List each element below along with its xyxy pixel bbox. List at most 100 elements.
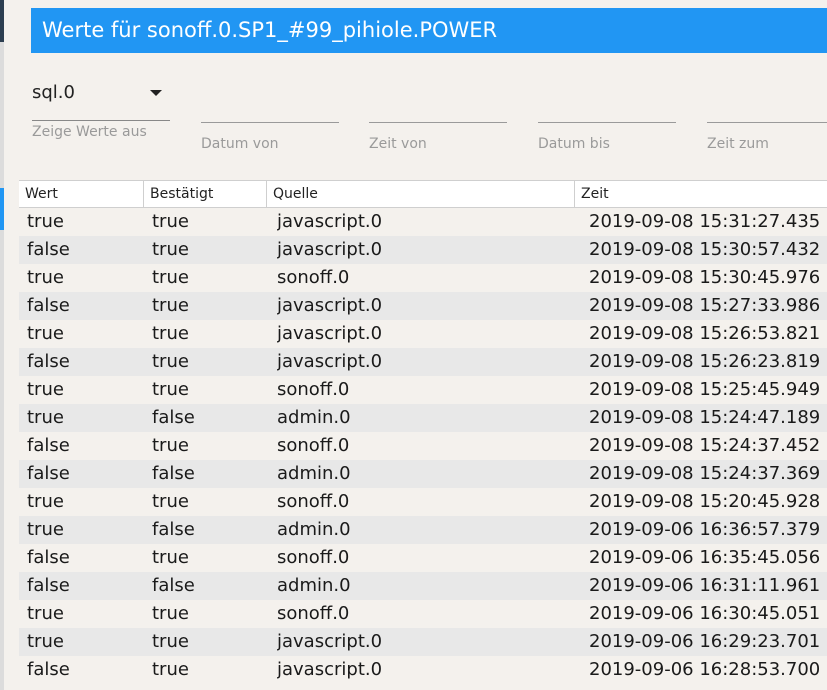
cell-bestaetigt: true xyxy=(152,491,189,512)
table-row[interactable]: true true javascript.0 2019-09-06 16:29:23.… xyxy=(19,628,827,656)
cell-quelle: javascript.0 xyxy=(277,659,383,680)
cell-zeit: 2019-09-06 16:28:53.700 xyxy=(589,659,821,680)
table-row[interactable]: false true javascript.0 2019-09-06 16:28:53… xyxy=(19,656,827,684)
cell-wert: false xyxy=(27,435,70,456)
table-row[interactable]: false true javascript.0 2019-09-08 15:26:23… xyxy=(19,348,827,376)
cell-quelle: admin.0 xyxy=(277,575,351,596)
cell-zeit: 2019-09-08 15:27:33.986 xyxy=(589,295,821,316)
left-edge-marker xyxy=(0,0,4,42)
cell-wert: false xyxy=(27,463,70,484)
cell-wert: false xyxy=(27,295,70,316)
cell-zeit: 2019-09-08 15:24:37.452 xyxy=(589,435,821,456)
cell-quelle: javascript.0 xyxy=(277,295,383,316)
cell-quelle: admin.0 xyxy=(277,519,351,540)
cell-quelle: javascript.0 xyxy=(277,239,383,260)
cell-zeit: 2019-09-06 16:36:57.379 xyxy=(589,519,821,540)
cell-quelle: sonoff.0 xyxy=(277,435,350,456)
table-row[interactable]: true false admin.0 2019-09-06 16:36:57.379 xyxy=(19,516,827,544)
cell-quelle: javascript.0 xyxy=(277,323,383,344)
cell-zeit: 2019-09-08 15:26:23.819 xyxy=(589,351,821,372)
column-header-wert[interactable]: Wert xyxy=(19,181,144,208)
table-row[interactable]: true true javascript.0 2019-09-08 15:31:27.… xyxy=(19,208,827,236)
column-header-quelle[interactable]: Quelle xyxy=(267,181,575,208)
date-from-label: Datum von xyxy=(201,136,279,152)
cell-wert: false xyxy=(27,351,70,372)
cell-bestaetigt: true xyxy=(152,547,189,568)
cell-bestaetigt: true xyxy=(152,211,189,232)
cell-bestaetigt: false xyxy=(152,519,195,540)
cell-quelle: javascript.0 xyxy=(277,211,383,232)
cell-bestaetigt: true xyxy=(152,323,189,344)
cell-wert: true xyxy=(27,519,64,540)
cell-zeit: 2019-09-06 16:35:45.056 xyxy=(589,547,821,568)
values-table: Wert Bestätigt Quelle Zeit true true javas… xyxy=(19,180,827,690)
cell-zeit: 2019-09-06 16:31:11.961 xyxy=(589,575,821,596)
cell-zeit: 2019-09-08 15:24:47.189 xyxy=(589,407,821,428)
time-to-underline xyxy=(707,122,827,123)
cell-zeit: 2019-09-08 15:20:45.928 xyxy=(589,491,821,512)
table-row[interactable]: true true sonoff.0 2019-09-08 15:30:45.976 xyxy=(19,264,827,292)
table-row[interactable]: false true sonoff.0 2019-09-08 15:24:37.452 xyxy=(19,432,827,460)
instance-select-label: Zeige Werte aus xyxy=(32,124,147,140)
instance-select-underline xyxy=(32,120,170,121)
cell-wert: true xyxy=(27,323,64,344)
instance-select[interactable]: sql.0 xyxy=(32,78,170,124)
table-header: Wert Bestätigt Quelle Zeit xyxy=(19,180,827,208)
cell-wert: true xyxy=(27,491,64,512)
table-row[interactable]: true true javascript.0 2019-09-08 15:26:53.… xyxy=(19,320,827,348)
table-row[interactable]: false true sonoff.0 2019-09-06 16:35:45.056 xyxy=(19,544,827,572)
cell-quelle: sonoff.0 xyxy=(277,603,350,624)
cell-bestaetigt: true xyxy=(152,295,189,316)
cell-zeit: 2019-09-06 16:29:23.701 xyxy=(589,631,821,652)
cell-quelle: sonoff.0 xyxy=(277,491,350,512)
table-row[interactable]: false true javascript.0 2019-09-08 15:27:33… xyxy=(19,292,827,320)
table-row[interactable]: true true sonoff.0 2019-09-08 15:20:45.928 xyxy=(19,488,827,516)
column-header-zeit[interactable]: Zeit xyxy=(575,181,827,208)
time-to-label: Zeit zum xyxy=(707,136,769,152)
chevron-down-icon xyxy=(150,90,162,96)
cell-wert: true xyxy=(27,407,64,428)
cell-wert: true xyxy=(27,267,64,288)
cell-wert: false xyxy=(27,575,70,596)
cell-zeit: 2019-09-08 15:31:27.435 xyxy=(589,211,821,232)
date-from-field[interactable]: Datum von xyxy=(201,122,339,162)
date-to-field[interactable]: Datum bis xyxy=(538,122,676,162)
column-header-bestaetigt[interactable]: Bestätigt xyxy=(144,181,267,208)
table-row[interactable]: false false admin.0 2019-09-08 15:24:37.369 xyxy=(19,460,827,488)
cell-bestaetigt: false xyxy=(152,575,195,596)
cell-wert: true xyxy=(27,603,64,624)
cell-zeit: 2019-09-08 15:30:57.432 xyxy=(589,239,821,260)
cell-bestaetigt: true xyxy=(152,659,189,680)
cell-wert: false xyxy=(27,547,70,568)
cell-bestaetigt: true xyxy=(152,435,189,456)
cell-bestaetigt: true xyxy=(152,239,189,260)
left-edge-active-marker xyxy=(0,188,4,230)
time-from-field[interactable]: Zeit von xyxy=(369,122,507,162)
cell-quelle: admin.0 xyxy=(277,463,351,484)
time-from-label: Zeit von xyxy=(369,136,427,152)
table-row[interactable]: true true sonoff.0 2019-09-06 16:30:45.051 xyxy=(19,600,827,628)
cell-zeit: 2019-09-08 15:26:53.821 xyxy=(589,323,821,344)
cell-wert: true xyxy=(27,631,64,652)
date-to-label: Datum bis xyxy=(538,136,610,152)
cell-quelle: sonoff.0 xyxy=(277,547,350,568)
cell-zeit: 2019-09-08 15:24:37.369 xyxy=(589,463,821,484)
date-from-underline xyxy=(201,122,339,123)
cell-quelle: sonoff.0 xyxy=(277,379,350,400)
table-row[interactable]: true true sonoff.0 2019-09-08 15:25:45.949 xyxy=(19,376,827,404)
cell-bestaetigt: true xyxy=(152,267,189,288)
time-from-underline xyxy=(369,122,507,123)
time-to-field[interactable]: Zeit zum xyxy=(707,122,827,162)
cell-wert: false xyxy=(27,659,70,680)
dialog-title: Werte für sonoff.0.SP1_#99_pihiole.POWER xyxy=(31,8,827,53)
cell-zeit: 2019-09-08 15:25:45.949 xyxy=(589,379,821,400)
cell-bestaetigt: true xyxy=(152,603,189,624)
filter-bar: sql.0 Zeige Werte aus Datum von Zeit von… xyxy=(0,60,827,170)
cell-bestaetigt: false xyxy=(152,407,195,428)
cell-wert: false xyxy=(27,239,70,260)
cell-quelle: javascript.0 xyxy=(277,631,383,652)
table-row[interactable]: true false admin.0 2019-09-08 15:24:47.189 xyxy=(19,404,827,432)
table-row[interactable]: false false admin.0 2019-09-06 16:31:11.961 xyxy=(19,572,827,600)
table-row[interactable]: false true javascript.0 2019-09-08 15:30:57… xyxy=(19,236,827,264)
table-body: true true javascript.0 2019-09-08 15:31:27.… xyxy=(19,208,827,684)
